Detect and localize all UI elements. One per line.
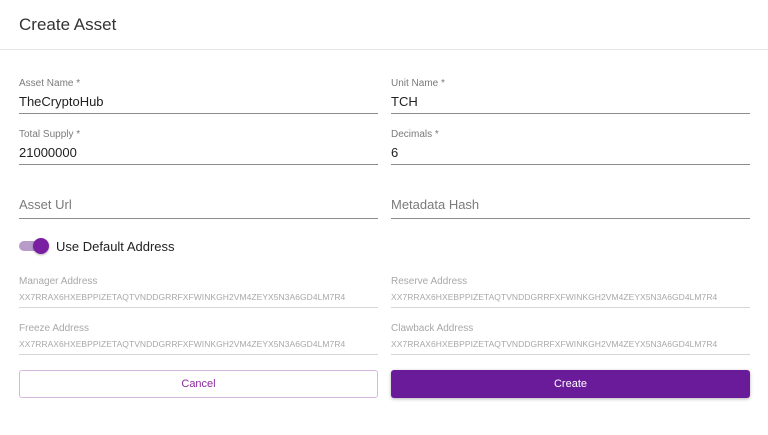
asset-url-placeholder: Asset Url xyxy=(19,197,72,212)
clawback-address-input xyxy=(391,338,750,350)
use-default-address-toggle[interactable] xyxy=(19,238,49,254)
clawback-address-underline xyxy=(391,354,750,355)
decimals-label: Decimals * xyxy=(391,129,439,140)
unit-name-label: Unit Name * xyxy=(391,78,445,89)
manager-address-label: Manager Address xyxy=(19,276,98,287)
asset-name-input[interactable] xyxy=(19,92,378,110)
total-supply-label: Total Supply * xyxy=(19,129,81,140)
dialog-title: Create Asset xyxy=(19,15,117,34)
create-button[interactable]: Create xyxy=(391,370,750,398)
asset-name-label: Asset Name * xyxy=(19,78,81,89)
freeze-address-underline xyxy=(19,354,378,355)
reserve-address-label: Reserve Address xyxy=(391,276,468,287)
unit-name-underline xyxy=(391,113,750,114)
use-default-address-label: Use Default Address xyxy=(56,239,175,254)
asset-name-underline xyxy=(19,113,378,114)
manager-address-input xyxy=(19,291,378,303)
toggle-knob xyxy=(33,238,49,254)
dialog-header: Create Asset xyxy=(0,0,768,50)
total-supply-underline xyxy=(19,164,378,165)
unit-name-input[interactable] xyxy=(391,92,750,110)
clawback-address-label: Clawback Address xyxy=(391,323,474,334)
decimals-input[interactable] xyxy=(391,143,750,161)
reserve-address-input xyxy=(391,291,750,303)
metadata-hash-underline xyxy=(391,218,750,219)
cancel-button[interactable]: Cancel xyxy=(19,370,378,398)
metadata-hash-placeholder: Metadata Hash xyxy=(391,197,480,212)
asset-url-underline xyxy=(19,218,378,219)
decimals-underline xyxy=(391,164,750,165)
total-supply-input[interactable] xyxy=(19,143,378,161)
freeze-address-input xyxy=(19,338,378,350)
freeze-address-label: Freeze Address xyxy=(19,323,90,334)
manager-address-underline xyxy=(19,307,378,308)
reserve-address-underline xyxy=(391,307,750,308)
